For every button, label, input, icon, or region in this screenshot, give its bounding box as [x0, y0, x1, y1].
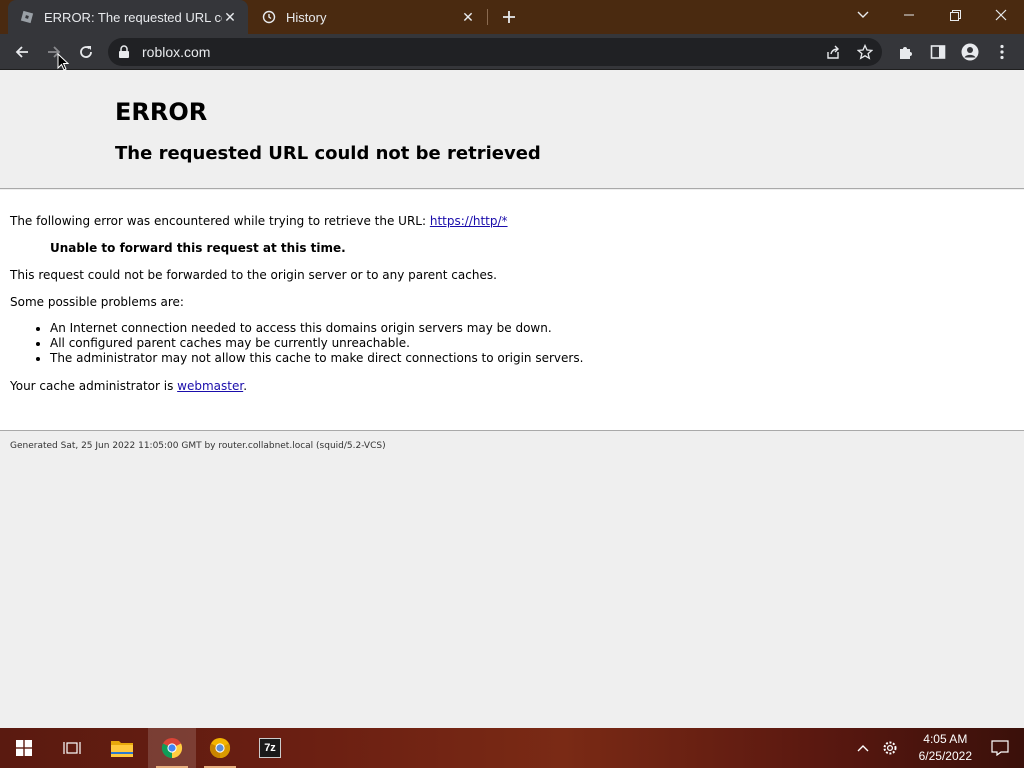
- tab-strip: ERROR: The requested URL could not be re…: [0, 0, 1024, 34]
- lock-icon: [119, 45, 129, 58]
- close-tab-icon[interactable]: ✕: [460, 9, 476, 25]
- error-emphasis: Unable to forward this request at this t…: [50, 241, 346, 255]
- clock-date: 6/25/2022: [918, 749, 972, 763]
- share-icon: [827, 45, 839, 59]
- plus-icon: [503, 11, 515, 23]
- system-clock[interactable]: 4:05 AM 6/25/2022: [919, 731, 972, 765]
- reload-button[interactable]: [72, 38, 100, 66]
- file-explorer-icon: [111, 741, 133, 757]
- profile-button[interactable]: [956, 38, 984, 66]
- notification-icon: [991, 740, 1009, 756]
- tab-history[interactable]: History ✕: [250, 0, 486, 34]
- roblox-favicon-icon: [20, 10, 34, 24]
- intro-text: The following error was encountered whil…: [10, 214, 430, 228]
- browser-toolbar: roblox.com: [0, 34, 1024, 70]
- webmaster-link[interactable]: webmaster: [177, 379, 243, 393]
- list-item: An Internet connection needed to access …: [50, 321, 583, 336]
- 7zip-taskbar-button[interactable]: 7z: [246, 728, 294, 768]
- clock-time: 4:05 AM: [923, 732, 968, 746]
- close-window-button[interactable]: [978, 0, 1024, 30]
- arrow-left-icon: [15, 46, 28, 58]
- new-tab-button[interactable]: [498, 6, 520, 28]
- page-title: ERROR: [115, 98, 208, 126]
- page-footer: Generated Sat, 25 Jun 2022 11:05:00 GMT …: [10, 441, 386, 451]
- minimize-button[interactable]: [886, 0, 932, 30]
- error-header: ERROR The requested URL could not be ret…: [0, 71, 1024, 189]
- error-intro: The following error was encountered whil…: [10, 214, 508, 228]
- notifications-button[interactable]: [976, 728, 1024, 768]
- close-tab-icon[interactable]: ✕: [222, 9, 238, 25]
- side-panel-button[interactable]: [924, 38, 952, 66]
- tab-title: ERROR: The requested URL could not be re…: [44, 9, 222, 25]
- gear-icon: [883, 741, 897, 755]
- share-button[interactable]: [824, 43, 842, 61]
- mouse-cursor-icon: [57, 53, 69, 71]
- admin-line: Your cache administrator is webmaster.: [10, 379, 247, 393]
- chrome-icon: [161, 738, 183, 759]
- address-url[interactable]: roblox.com: [142, 44, 210, 60]
- taskbar: 7z 4:05 AM 6/25/2022: [0, 728, 1024, 768]
- list-item: The administrator may not allow this cac…: [50, 351, 583, 366]
- extensions-button[interactable]: [892, 38, 920, 66]
- puzzle-icon: [900, 47, 912, 59]
- reload-icon: [80, 46, 92, 58]
- settings-tray-button[interactable]: [876, 728, 904, 768]
- side-panel-icon: [930, 45, 946, 59]
- error-detail: This request could not be forwarded to t…: [10, 268, 497, 282]
- windows-start-icon: [16, 740, 32, 756]
- profile-icon: [961, 43, 979, 61]
- tab-search-button[interactable]: [840, 0, 886, 30]
- history-icon: [262, 10, 276, 24]
- error-body: The following error was encountered whil…: [0, 190, 1024, 431]
- admin-suffix: .: [243, 379, 248, 393]
- chrome-canary-icon: [209, 738, 231, 759]
- restore-icon: [949, 9, 961, 21]
- start-button[interactable]: [0, 728, 48, 768]
- 7zip-label: 7z: [264, 742, 276, 754]
- back-button[interactable]: [8, 38, 36, 66]
- restore-button[interactable]: [932, 0, 978, 30]
- admin-prefix: Your cache administrator is: [10, 379, 178, 393]
- chevron-down-icon: [857, 11, 869, 18]
- task-view-icon: [63, 742, 81, 754]
- 7zip-icon: 7z: [259, 738, 281, 758]
- page-subtitle: The requested URL could not be retrieved: [115, 143, 541, 164]
- chevron-up-icon: [857, 745, 869, 752]
- address-bar[interactable]: roblox.com: [108, 38, 882, 66]
- show-hidden-icons-button[interactable]: [850, 728, 876, 768]
- url-link[interactable]: https://http/*: [430, 214, 508, 228]
- problems-heading: Some possible problems are:: [10, 295, 184, 309]
- chrome-canary-taskbar-button[interactable]: [196, 728, 244, 768]
- tab-separator: [487, 9, 488, 25]
- minimize-icon: [904, 14, 914, 16]
- tab-title: History: [286, 9, 327, 25]
- kebab-menu-icon: [1000, 44, 1004, 60]
- problems-list: An Internet connection needed to access …: [50, 321, 583, 366]
- bookmark-button[interactable]: [856, 43, 874, 61]
- task-view-button[interactable]: [48, 728, 96, 768]
- close-icon: [995, 9, 1007, 21]
- tab-error[interactable]: ERROR: The requested URL could not be re…: [8, 0, 248, 34]
- chrome-taskbar-button[interactable]: [148, 728, 196, 768]
- page-content: ERROR The requested URL could not be ret…: [0, 71, 1024, 728]
- star-icon: [857, 44, 873, 60]
- list-item: All configured parent caches may be curr…: [50, 336, 583, 351]
- menu-button[interactable]: [988, 38, 1016, 66]
- file-explorer-button[interactable]: [98, 728, 146, 768]
